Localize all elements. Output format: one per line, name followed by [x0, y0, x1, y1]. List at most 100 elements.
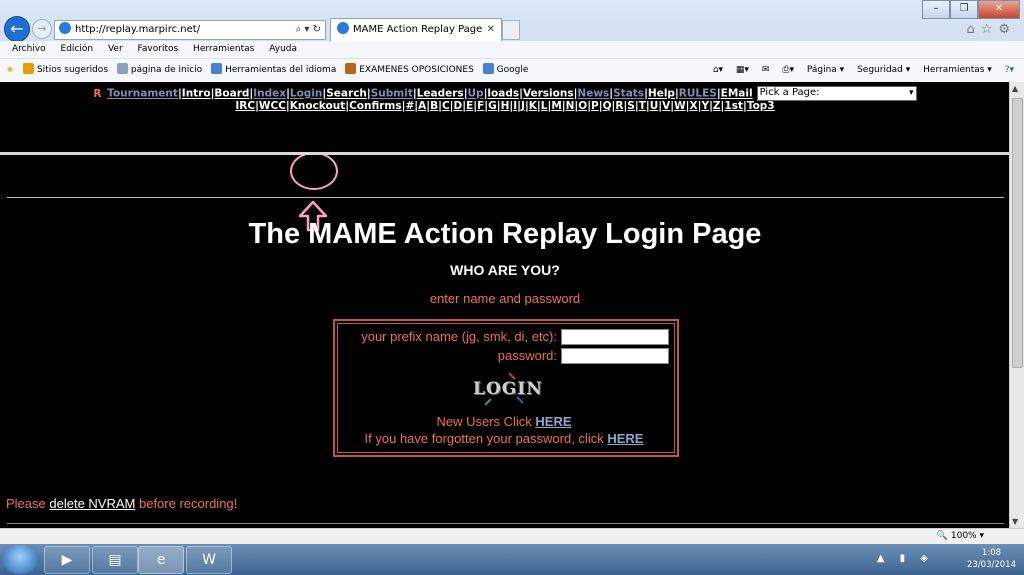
fav-pagina-inicio[interactable]: página de inicio — [116, 59, 202, 81]
delete-nvram-link[interactable]: delete NVRAM — [49, 496, 135, 511]
nav-link-login[interactable]: Login — [290, 88, 323, 100]
prefix-name-input[interactable] — [561, 329, 669, 345]
menu-ayuda[interactable]: Ayuda — [269, 44, 297, 54]
cmd-pagina[interactable]: Página ▾ — [807, 65, 844, 75]
nav-link-wcc[interactable]: WCC — [259, 100, 286, 112]
word-taskbar-icon[interactable]: W — [186, 546, 232, 574]
forward-button[interactable]: → — [32, 19, 52, 39]
google-icon — [211, 63, 223, 74]
address-bar[interactable]: http://replay.marpirc.net/ ⌕ ▾ ↻ — [54, 20, 326, 40]
system-tray-icons[interactable]: ▲ ▮ ◈ — [877, 553, 934, 564]
nav-link-hash[interactable]: # — [405, 100, 414, 112]
scroll-thumb[interactable] — [1012, 98, 1023, 368]
zoom-level[interactable]: 🔍 100% ▾ — [937, 531, 984, 541]
nav-link-irc[interactable]: IRC — [235, 100, 255, 112]
nav-link-rules[interactable]: RULES — [679, 88, 717, 100]
page-icon — [116, 63, 128, 74]
internet-explorer-taskbar-icon[interactable]: e — [138, 546, 184, 574]
new-users-text: New Users Click — [436, 414, 532, 429]
cmd-seguridad[interactable]: Seguridad ▾ — [857, 65, 910, 75]
new-users-here-link[interactable]: HERE — [535, 414, 571, 429]
nav-link-d[interactable]: D — [454, 100, 463, 112]
nav-link-y[interactable]: Y — [701, 100, 709, 112]
forgot-password-here-link[interactable]: HERE — [607, 431, 643, 446]
back-button[interactable]: ← — [4, 16, 30, 42]
scroll-up-icon[interactable]: ▲ — [1012, 84, 1018, 93]
pick-a-page-value: Pick a Page: — [759, 87, 820, 98]
password-input[interactable] — [561, 348, 669, 364]
fav-google[interactable]: Google — [482, 59, 528, 81]
menu-edicion[interactable]: Edición — [61, 44, 94, 54]
nav-link-board[interactable]: Board — [214, 88, 249, 100]
browser-toolbar-icons[interactable]: ⌂☆⚙ — [966, 22, 1016, 37]
fav-sitios-sugeridos[interactable]: Sitios sugeridos — [22, 59, 108, 81]
nav-link-tournament[interactable]: Tournament — [107, 88, 178, 100]
nav-link-leaders[interactable]: Leaders — [417, 88, 464, 100]
nav-link-z[interactable]: Z — [713, 100, 721, 112]
nav-link-loads[interactable]: loads — [487, 88, 519, 100]
nav-link-v[interactable]: V — [662, 100, 670, 112]
nav-link-u[interactable]: U — [650, 100, 659, 112]
nav-link-up[interactable]: Up — [468, 88, 484, 100]
menu-ver[interactable]: Ver — [108, 44, 123, 54]
nav-link-intro[interactable]: Intro — [182, 88, 211, 100]
nav-link-s[interactable]: S — [627, 100, 635, 112]
nav-link-email[interactable]: EMail — [721, 88, 753, 100]
favorites-star-icon[interactable]: ★ — [6, 59, 14, 81]
login-button[interactable]: LOGIN — [471, 373, 543, 407]
nav-link-g[interactable]: G — [488, 100, 497, 112]
start-button[interactable] — [2, 545, 38, 574]
nav-link-knockout[interactable]: Knockout — [290, 100, 345, 112]
nav-link-q[interactable]: Q — [603, 100, 612, 112]
nav-link-top3[interactable]: Top3 — [747, 100, 775, 112]
nav-link-w[interactable]: W — [674, 100, 686, 112]
nav-link-c[interactable]: C — [442, 100, 450, 112]
nav-link-m[interactable]: M — [551, 100, 561, 112]
nav-link-t[interactable]: T — [639, 100, 646, 112]
tab-title: MAME Action Replay Page — [353, 24, 483, 35]
rss-icon[interactable]: ▦▾ — [736, 65, 749, 75]
menu-archivo[interactable]: Archivo — [12, 44, 46, 54]
address-controls[interactable]: ⌕ ▾ ↻ — [296, 21, 321, 39]
nav-link-search[interactable]: Search — [326, 88, 367, 100]
print-icon[interactable]: ⎙▾ — [782, 65, 794, 75]
nav-link-versions[interactable]: Versions — [523, 88, 574, 100]
favorites-bar: ★ Sitios sugeridos página de inicio Herr… — [0, 58, 1024, 82]
new-users-line: New Users Click HERE — [335, 414, 673, 429]
web-page: R Tournament|Intro|Board|Index|Login|Sea… — [0, 82, 1010, 528]
vertical-scrollbar[interactable]: ▲ ▼ — [1009, 82, 1024, 528]
minimize-button[interactable]: – — [922, 0, 950, 19]
menu-herramientas[interactable]: Herramientas — [193, 44, 254, 54]
fav-herramientas-idioma[interactable]: Herramientas del idioma — [211, 59, 336, 81]
nav-link-1st[interactable]: 1st — [724, 100, 743, 112]
nav-link-x[interactable]: X — [690, 100, 698, 112]
clock[interactable]: 1:08 23/03/2014 — [967, 547, 1016, 571]
pick-a-page-select[interactable]: Pick a Page: ▾ — [756, 86, 917, 101]
nav-link-index[interactable]: Index — [253, 88, 286, 100]
nav-link-stats[interactable]: Stats — [613, 88, 644, 100]
menu-favoritos[interactable]: Favoritos — [138, 44, 179, 54]
nav-link-k[interactable]: K — [529, 100, 537, 112]
nav-link-o[interactable]: O — [578, 100, 587, 112]
nav-link-confirms[interactable]: Confirms — [349, 100, 402, 112]
media-player-taskbar-icon[interactable]: ▶ — [44, 546, 90, 574]
nav-link-b[interactable]: B — [430, 100, 438, 112]
nav-link-submit[interactable]: Submit — [371, 88, 413, 100]
explorer-taskbar-icon[interactable]: ▤ — [92, 546, 138, 574]
mail-icon[interactable]: ✉ — [762, 65, 770, 75]
close-tab-icon[interactable]: ✕ — [487, 19, 495, 41]
nav-link-p[interactable]: P — [591, 100, 599, 112]
help-icon[interactable]: ?▾ — [1005, 65, 1014, 75]
fav-examenes[interactable]: EXAMENES OPOSICIONES — [345, 59, 474, 81]
forgot-password-line: If you have forgotten your password, cli… — [335, 431, 673, 446]
page-divider-rule — [7, 197, 1004, 198]
nav-link-news[interactable]: News — [577, 88, 609, 100]
close-window-button[interactable]: ✕ — [978, 0, 1020, 19]
browser-tab[interactable]: MAME Action Replay Page ✕ — [330, 18, 502, 41]
nav-link-help[interactable]: Help — [648, 88, 675, 100]
home-icon[interactable]: ⌂▾ — [713, 65, 723, 75]
maximize-button[interactable]: ❐ — [950, 0, 978, 19]
new-tab-button[interactable] — [502, 20, 520, 40]
cmd-herramientas[interactable]: Herramientas ▾ — [923, 65, 992, 75]
scroll-down-icon[interactable]: ▼ — [1012, 517, 1018, 526]
